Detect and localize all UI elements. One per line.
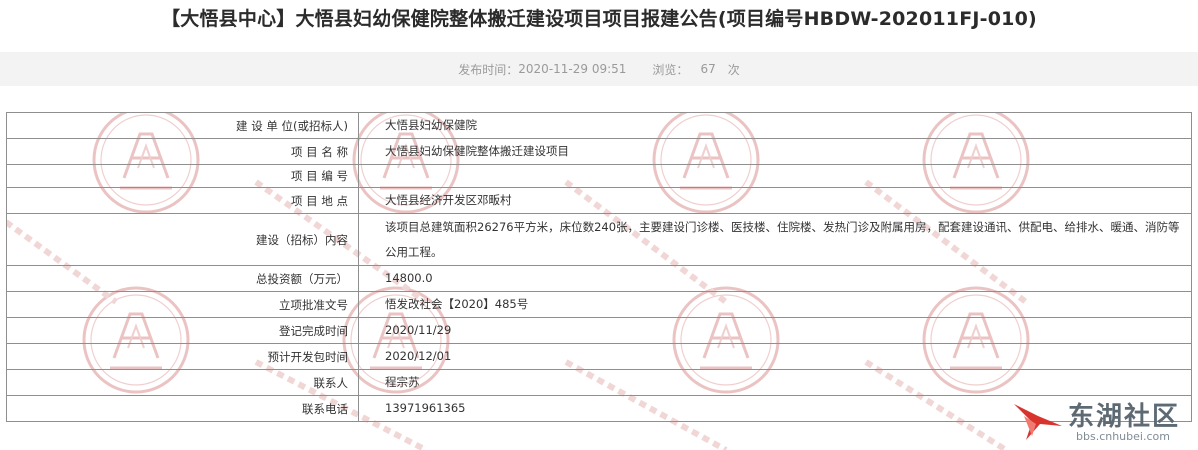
table-row: 项 目 编 号 (6, 164, 1192, 188)
publish-time-label: 发布时间： (458, 62, 519, 77)
row-value: 悟发改社会【2020】485号 (358, 291, 1192, 318)
row-label: 总投资额（万元） (6, 265, 359, 292)
row-value: 2020/12/01 (358, 343, 1192, 370)
row-label: 预计开发包时间 (6, 343, 359, 370)
logo-name: 东湖社区 (1068, 402, 1181, 432)
row-value: 程宗苏 (358, 369, 1192, 396)
table-row: 立项批准文号 悟发改社会【2020】485号 (6, 291, 1192, 318)
table-row: 联系人 程宗苏 (6, 369, 1192, 396)
publish-time-value: 2020-11-29 09:51 (518, 62, 627, 76)
table-row: 建设（招标）内容 该项目总建筑面积26276平方米，床位数240张，主要建设门诊… (6, 213, 1192, 266)
row-label: 联系电话 (6, 395, 359, 422)
table-row: 项 目 名 称 大悟县妇幼保健院整体搬迁建设项目 (6, 138, 1192, 165)
views-count: 67 (700, 62, 716, 76)
table-row: 总投资额（万元） 14800.0 (6, 265, 1192, 292)
page-title: 【大悟县中心】大悟县妇幼保健院整体搬迁建设项目项目报建公告(项目编号HBDW-2… (161, 8, 1037, 30)
views-unit: 次 (727, 62, 740, 77)
row-label: 联系人 (6, 369, 359, 396)
views-label: 浏览： (652, 62, 689, 77)
logo-url: bbs.cnhubei.com (1076, 430, 1170, 443)
row-label: 建设（招标）内容 (6, 213, 359, 266)
row-label: 项 目 地 点 (6, 187, 359, 214)
row-value: 大悟县妇幼保健院整体搬迁建设项目 (358, 138, 1192, 165)
row-label: 登记完成时间 (6, 317, 359, 344)
row-label: 项 目 名 称 (6, 138, 359, 165)
row-value: 大悟县经济开发区邓畈村 (358, 187, 1192, 214)
meta-bar: 发布时间： 2020-11-29 09:51 浏览： 67 次 (0, 52, 1198, 86)
row-value: 2020/11/29 (358, 317, 1192, 344)
row-label: 建 设 单 位(或招标人) (6, 112, 359, 139)
row-label: 立项批准文号 (6, 291, 359, 318)
row-value: 大悟县妇幼保健院 (358, 112, 1192, 139)
table-row: 项 目 地 点 大悟县经济开发区邓畈村 (6, 187, 1192, 214)
row-value (358, 164, 1192, 188)
row-value: 14800.0 (358, 265, 1192, 292)
site-logo[interactable]: 东湖社区 bbs.cnhubei.com (1010, 396, 1192, 448)
table-row: 登记完成时间 2020/11/29 (6, 317, 1192, 344)
info-table: 建 设 单 位(或招标人) 大悟县妇幼保健院 项 目 名 称 大悟县妇幼保健院整… (6, 112, 1192, 422)
bird-logo-icon (1014, 404, 1062, 440)
announcement-page: 【大悟县中心】大悟县妇幼保健院整体搬迁建设项目项目报建公告(项目编号HBDW-2… (0, 0, 1198, 450)
row-label: 项 目 编 号 (6, 164, 359, 188)
row-value: 该项目总建筑面积26276平方米，床位数240张，主要建设门诊楼、医技楼、住院楼… (358, 213, 1192, 266)
table-row: 预计开发包时间 2020/12/01 (6, 343, 1192, 370)
table-row: 建 设 单 位(或招标人) 大悟县妇幼保健院 (6, 112, 1192, 139)
